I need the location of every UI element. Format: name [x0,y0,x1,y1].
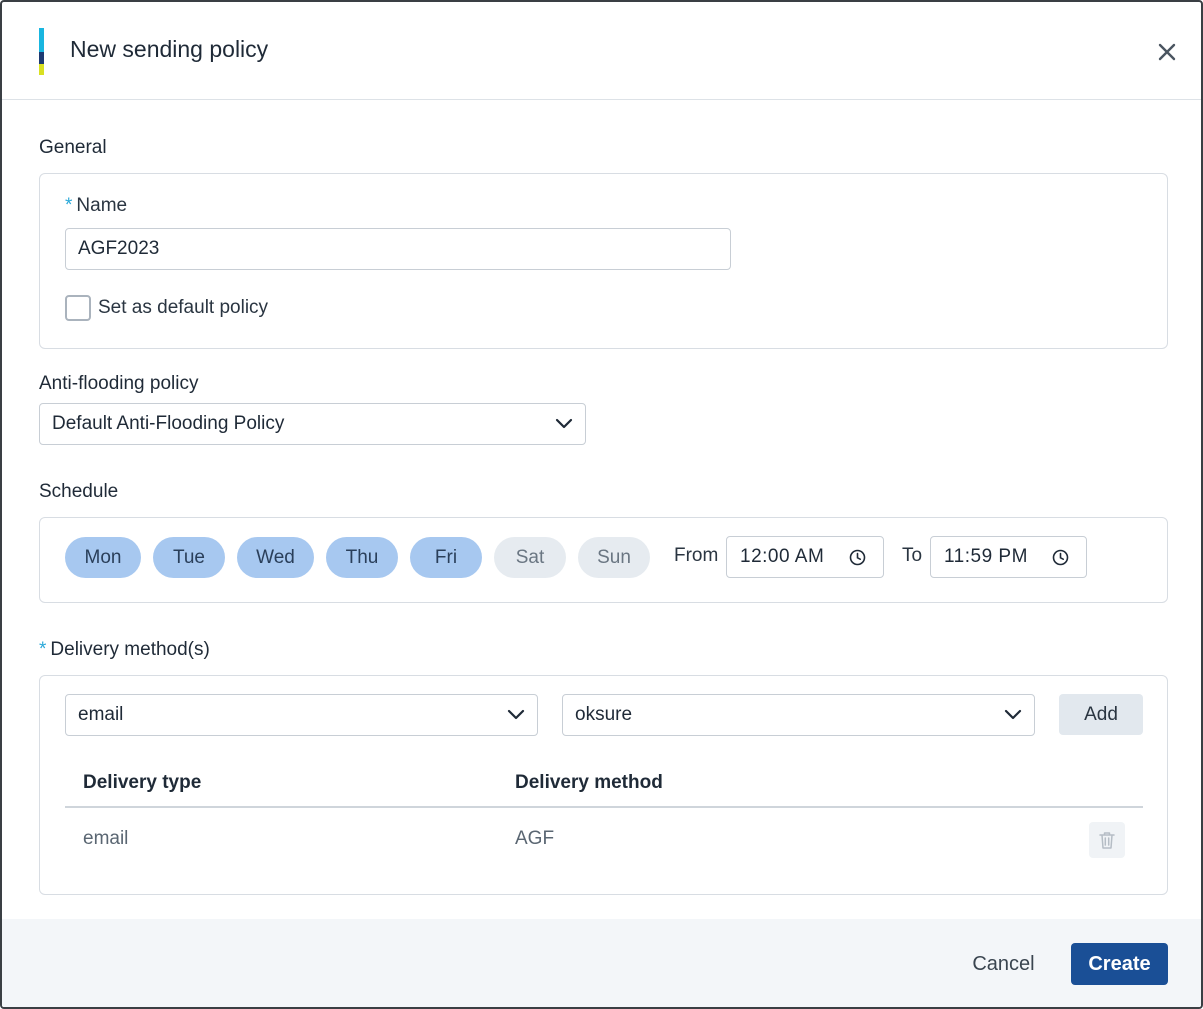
delivery-type-select[interactable]: email [65,694,538,736]
to-time-input[interactable]: 11:59 PM [930,536,1087,578]
from-time-input[interactable]: 12:00 AM [726,536,884,578]
delivery-type-selected-value: email [78,704,124,725]
clock-icon [1052,549,1069,566]
new-sending-policy-dialog: New sending policy General * Name AGF2023… [0,0,1203,1009]
name-label: * Name [65,195,128,216]
required-marker: * [39,639,47,660]
anti-flooding-select[interactable]: Default Anti-Flooding Policy [39,403,586,445]
to-time-value: 11:59 PM [944,546,1028,567]
delete-row-button[interactable] [1089,822,1125,858]
chevron-down-icon [1004,709,1022,720]
day-toggle-sun[interactable]: Sun [578,537,650,578]
create-button[interactable]: Create [1071,943,1168,985]
to-label: To [902,545,923,566]
day-toggle-sat[interactable]: Sat [494,537,566,578]
close-icon [1158,43,1176,61]
anti-flooding-section-label: Anti-flooding policy [39,373,199,394]
day-toggle-tue[interactable]: Tue [153,537,225,578]
trash-icon [1099,832,1115,849]
general-section-label: General [39,137,107,158]
schedule-section-label: Schedule [39,481,119,502]
clock-icon [849,549,866,566]
from-label: From [674,545,719,566]
day-toggle-thu[interactable]: Thu [326,537,398,578]
from-time-value: 12:00 AM [740,546,825,567]
chevron-down-icon [507,709,525,720]
cancel-button[interactable]: Cancel [957,943,1050,985]
delivery-section-label: * Delivery method(s) [39,639,210,660]
table-header-divider [65,806,1143,808]
delivery-method-select[interactable]: oksure [562,694,1035,736]
dialog-title: New sending policy [70,36,269,62]
add-delivery-button[interactable]: Add [1059,694,1143,735]
anti-flooding-selected-value: Default Anti-Flooding Policy [52,413,285,434]
close-button[interactable] [1152,37,1182,67]
row-delivery-method: AGF [515,828,555,849]
chevron-down-icon [555,418,573,429]
column-header-delivery-type: Delivery type [83,772,202,793]
default-policy-checkbox[interactable] [65,295,91,321]
required-marker: * [65,195,73,216]
brand-accent-bar [39,28,44,75]
day-toggle-fri[interactable]: Fri [410,537,482,578]
dialog-header: New sending policy [2,2,1201,100]
column-header-delivery-method: Delivery method [515,772,663,793]
day-toggle-wed[interactable]: Wed [237,537,314,578]
day-toggle-mon[interactable]: Mon [65,537,141,578]
default-policy-label: Set as default policy [98,297,269,318]
name-input[interactable]: AGF2023 [65,228,731,270]
row-delivery-type: email [83,828,129,849]
delivery-method-selected-value: oksure [575,704,633,725]
